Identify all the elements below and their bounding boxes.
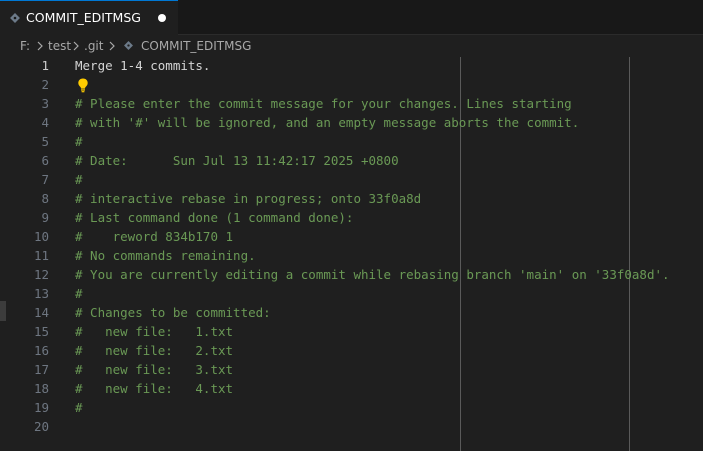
editor-line[interactable]: 6 # Date: Sun Jul 13 11:42:17 2025 +0800: [0, 152, 703, 171]
line-number: 3: [41, 96, 49, 111]
breadcrumb-folder-git[interactable]: .git: [84, 39, 103, 53]
breadcrumb-folder-test[interactable]: test: [48, 39, 71, 53]
editor-line[interactable]: 7 #: [0, 171, 703, 190]
line-text: # new file: 1.txt: [75, 324, 234, 339]
line-number: 5: [41, 134, 49, 149]
editor-line[interactable]: 2: [0, 76, 703, 95]
line-text: # Changes to be committed:: [75, 305, 271, 320]
line-number: 18: [33, 381, 49, 396]
line-text: #: [75, 400, 83, 415]
line-text: #: [75, 172, 83, 187]
editor-line[interactable]: 18 # new file: 4.txt: [0, 380, 703, 399]
line-number: 11: [33, 248, 49, 263]
editor-line[interactable]: 14 # Changes to be committed:: [0, 304, 703, 323]
editor-line[interactable]: 19 #: [0, 399, 703, 418]
line-number: 10: [33, 229, 49, 244]
line-text: #: [75, 134, 83, 149]
editor-line[interactable]: 17 # new file: 3.txt: [0, 361, 703, 380]
line-text: # reword 834b170 1: [75, 229, 234, 244]
code-editor[interactable]: 1 Merge 1-4 commits. 2 3 # Please enter …: [0, 57, 703, 451]
line-number: 8: [41, 191, 49, 206]
line-text: Merge 1-4 commits.: [75, 58, 211, 73]
line-number: 15: [33, 324, 49, 339]
chevron-right-icon: [37, 41, 43, 51]
line-number: 12: [33, 267, 49, 282]
editor-line[interactable]: 20: [0, 418, 703, 437]
chevron-right-icon: [73, 41, 79, 51]
line-text: # interactive rebase in progress; onto 3…: [75, 191, 422, 206]
editor-line[interactable]: 5 #: [0, 133, 703, 152]
unsaved-dot-icon[interactable]: [158, 14, 166, 22]
line-text: # Date: Sun Jul 13 11:42:17 2025 +0800: [75, 153, 399, 168]
line-number: 17: [33, 362, 49, 377]
line-number: 13: [33, 286, 49, 301]
editor-line[interactable]: 16 # new file: 2.txt: [0, 342, 703, 361]
editor-line[interactable]: 10 # reword 834b170 1: [0, 228, 703, 247]
line-text: #: [75, 286, 83, 301]
line-text: # You are currently editing a commit whi…: [75, 267, 670, 282]
line-number: 14: [33, 305, 49, 320]
breadcrumb: F: test .git COMMIT_EDITMSG: [0, 35, 703, 57]
lightbulb-icon[interactable]: [76, 77, 90, 93]
line-number: 20: [33, 419, 49, 434]
line-text: # Last command done (1 command done):: [75, 210, 354, 225]
git-file-icon: [10, 13, 20, 23]
line-number: 4: [41, 115, 49, 130]
line-text: # Please enter the commit message for yo…: [75, 96, 572, 111]
editor-line[interactable]: 8 # interactive rebase in progress; onto…: [0, 190, 703, 209]
breadcrumb-file[interactable]: COMMIT_EDITMSG: [141, 39, 251, 53]
line-number: 1: [41, 58, 49, 73]
line-text: # with '#' will be ignored, and an empty…: [75, 115, 580, 130]
line-number: 7: [41, 172, 49, 187]
editor-line[interactable]: 4 # with '#' will be ignored, and an emp…: [0, 114, 703, 133]
breadcrumb-drive[interactable]: F:: [20, 39, 30, 53]
editor-line[interactable]: 9 # Last command done (1 command done):: [0, 209, 703, 228]
line-text: # new file: 4.txt: [75, 381, 234, 396]
git-file-icon: [124, 41, 133, 50]
chevron-right-icon: [109, 41, 115, 51]
tab-bar: COMMIT_EDITMSG: [0, 0, 703, 35]
editor-line[interactable]: 3 # Please enter the commit message for …: [0, 95, 703, 114]
line-text: # new file: 2.txt: [75, 343, 234, 358]
tab-commit-editmsg[interactable]: COMMIT_EDITMSG: [0, 0, 178, 35]
editor-line[interactable]: 13 #: [0, 285, 703, 304]
editor-line[interactable]: 1 Merge 1-4 commits.: [0, 57, 703, 76]
line-number: 16: [33, 343, 49, 358]
tab-title: COMMIT_EDITMSG: [26, 10, 141, 25]
line-number: 6: [41, 153, 49, 168]
editor-line[interactable]: 12 # You are currently editing a commit …: [0, 266, 703, 285]
line-number: 9: [41, 210, 49, 225]
line-text: # No commands remaining.: [75, 248, 256, 263]
line-text: # new file: 3.txt: [75, 362, 234, 377]
line-number: 2: [41, 77, 49, 92]
editor-line[interactable]: 15 # new file: 1.txt: [0, 323, 703, 342]
editor-line[interactable]: 11 # No commands remaining.: [0, 247, 703, 266]
line-number: 19: [33, 400, 49, 415]
